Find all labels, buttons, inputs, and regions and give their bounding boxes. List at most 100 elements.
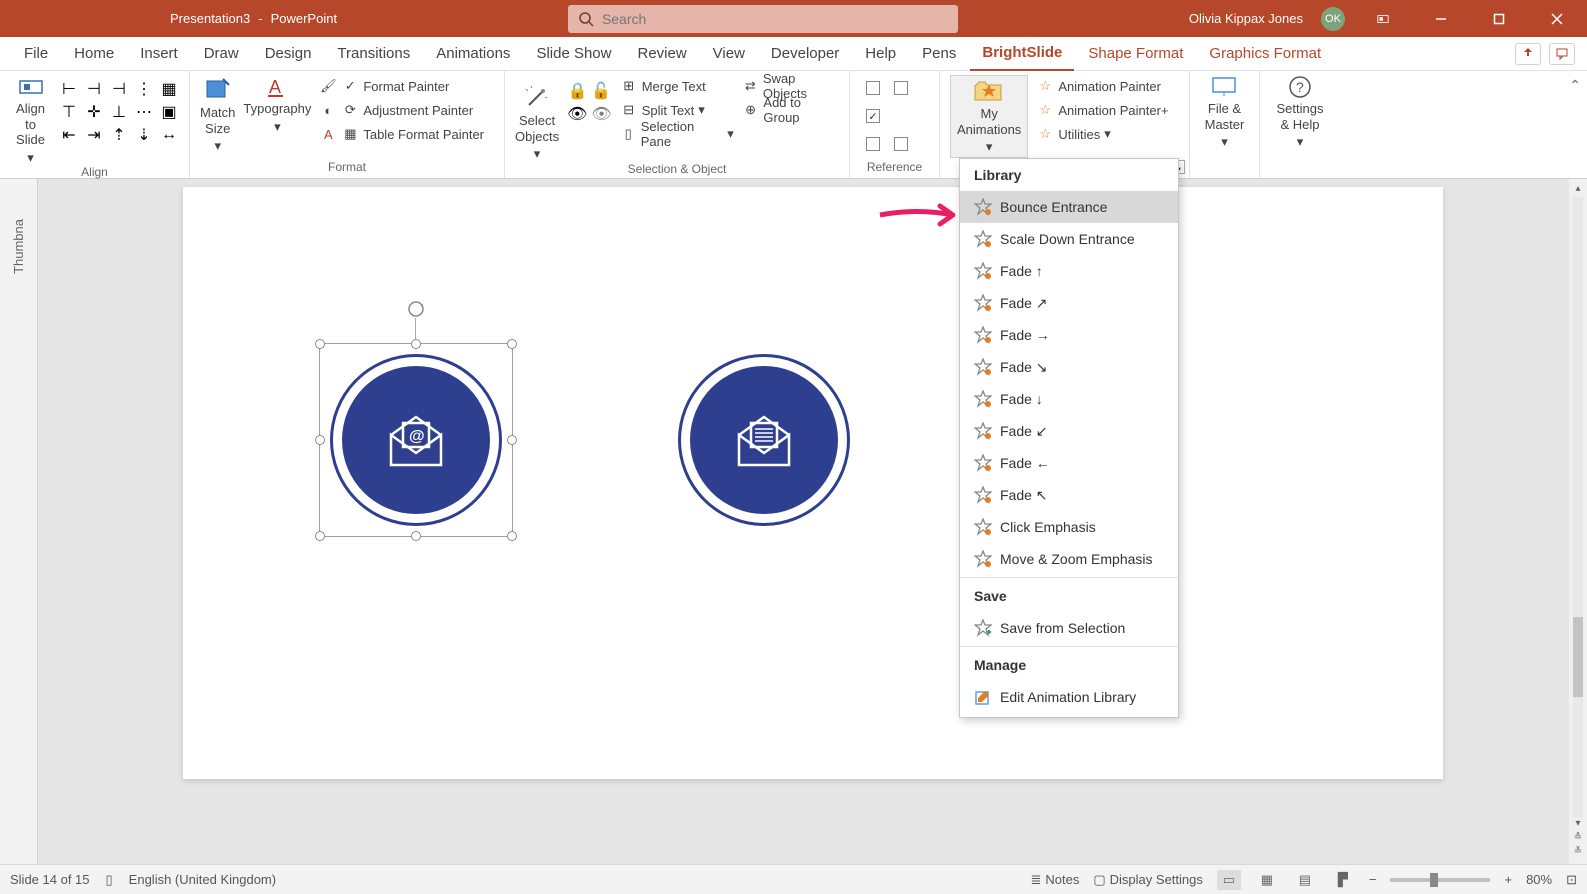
- tab-help[interactable]: Help: [853, 37, 908, 71]
- align-top-icon[interactable]: ⊤: [59, 102, 79, 122]
- rotation-handle[interactable]: [407, 300, 425, 318]
- format-painter-button[interactable]: 🖌 ✓ Format Painter: [319, 75, 449, 97]
- align-icon-13[interactable]: ⇡: [109, 125, 129, 145]
- dd-item-fade-down[interactable]: Fade ↓: [960, 383, 1178, 415]
- language-status[interactable]: English (United Kingdom): [129, 872, 276, 887]
- tab-home[interactable]: Home: [62, 37, 126, 71]
- close-button[interactable]: [1537, 0, 1577, 37]
- animation-painter-button[interactable]: ☆Animation Painter: [1036, 75, 1161, 97]
- adjustment-painter-button[interactable]: ◐ ⟳ Adjustment Painter: [319, 99, 473, 121]
- user-avatar[interactable]: OK: [1321, 7, 1345, 31]
- select-objects-button[interactable]: Select Objects ▾: [515, 83, 559, 162]
- dd-item-scale-down[interactable]: Scale Down Entrance: [960, 223, 1178, 255]
- split-text-button[interactable]: ⊟Split Text▾: [620, 99, 705, 121]
- typography-button[interactable]: A Typography ▾: [243, 75, 311, 134]
- match-size-button[interactable]: Match Size ▾: [200, 75, 235, 154]
- dd-item-edit-library[interactable]: Edit Animation Library: [960, 681, 1178, 713]
- handle-sw[interactable]: [315, 531, 325, 541]
- scroll-down-icon[interactable]: ▾: [1571, 818, 1585, 832]
- share-button[interactable]: [1515, 43, 1541, 65]
- search-box[interactable]: [568, 5, 958, 33]
- show-icon[interactable]: 👁: [567, 104, 587, 124]
- vertical-scrollbar[interactable]: ▴ ▾ ≙ ≚: [1569, 179, 1587, 864]
- scroll-track[interactable]: [1573, 197, 1583, 818]
- tab-pens[interactable]: Pens: [910, 37, 968, 71]
- dd-item-fade-se[interactable]: Fade ↘: [960, 351, 1178, 383]
- snap-icon[interactable]: ▣: [159, 102, 179, 122]
- slide[interactable]: @: [183, 187, 1443, 779]
- dd-item-fade-left[interactable]: Fade ←: [960, 447, 1178, 479]
- lock-icon[interactable]: 🔒: [567, 81, 587, 101]
- reference-check-1[interactable]: [866, 81, 880, 95]
- handle-se[interactable]: [507, 531, 517, 541]
- tab-design[interactable]: Design: [253, 37, 324, 71]
- tab-slideshow[interactable]: Slide Show: [524, 37, 623, 71]
- minimize-button[interactable]: [1421, 0, 1461, 37]
- tab-developer[interactable]: Developer: [759, 37, 851, 71]
- reference-check-4[interactable]: [866, 137, 880, 151]
- tab-draw[interactable]: Draw: [192, 37, 251, 71]
- table-format-painter-button[interactable]: A ▦ Table Format Painter: [319, 123, 484, 145]
- dd-item-fade-ne[interactable]: Fade ↗: [960, 287, 1178, 319]
- distribute-h-icon[interactable]: ⋮: [134, 79, 154, 99]
- merge-text-button[interactable]: ⊞Merge Text: [620, 75, 706, 97]
- tab-shape-format[interactable]: Shape Format: [1076, 37, 1195, 71]
- dd-item-click-emphasis[interactable]: Click Emphasis: [960, 511, 1178, 543]
- align-center-h-icon[interactable]: ⊣: [84, 79, 104, 99]
- align-to-slide-button[interactable]: Align to Slide ▾: [10, 75, 51, 165]
- thumbnail-strip[interactable]: Thumbna: [0, 179, 38, 864]
- settings-help-button[interactable]: ? Settings & Help ▾: [1277, 75, 1324, 150]
- align-middle-icon[interactable]: ✛: [84, 102, 104, 122]
- slideshow-view-icon[interactable]: ▛: [1331, 870, 1355, 890]
- align-icon-14[interactable]: ⇣: [134, 125, 154, 145]
- align-icon-15[interactable]: ↔: [159, 125, 179, 145]
- tab-graphics-format[interactable]: Graphics Format: [1197, 37, 1333, 71]
- animation-painter-plus-button[interactable]: ☆Animation Painter+: [1036, 99, 1168, 121]
- tab-brightslide[interactable]: BrightSlide: [970, 37, 1074, 71]
- reading-view-icon[interactable]: ▤: [1293, 870, 1317, 890]
- add-to-group-button[interactable]: ⊕Add to Group: [742, 99, 839, 121]
- tab-view[interactable]: View: [701, 37, 757, 71]
- handle-e[interactable]: [507, 435, 517, 445]
- reference-check-2[interactable]: [894, 81, 908, 95]
- comments-button[interactable]: [1549, 43, 1575, 65]
- prev-slide-icon[interactable]: ≙: [1571, 832, 1585, 846]
- align-right-icon[interactable]: ⊣: [109, 79, 129, 99]
- utilities-button[interactable]: ☆Utilities▾: [1036, 123, 1110, 145]
- user-name[interactable]: Olivia Kippax Jones: [1189, 11, 1303, 26]
- handle-ne[interactable]: [507, 339, 517, 349]
- fit-window-icon[interactable]: ⊡: [1566, 872, 1577, 888]
- dd-item-fade-nw[interactable]: Fade ↖: [960, 479, 1178, 511]
- dd-item-fade-sw[interactable]: Fade ↙: [960, 415, 1178, 447]
- handle-nw[interactable]: [315, 339, 325, 349]
- reference-check-3[interactable]: [866, 109, 880, 123]
- distribute-v-icon[interactable]: ⋯: [134, 102, 154, 122]
- align-icon-12[interactable]: ⇥: [84, 125, 104, 145]
- zoom-out-button[interactable]: −: [1369, 872, 1377, 887]
- collapse-ribbon-icon[interactable]: ⌃: [1569, 77, 1581, 94]
- search-input[interactable]: [602, 11, 948, 27]
- grid-icon[interactable]: ▦: [159, 79, 179, 99]
- unlock-icon[interactable]: 🔓: [591, 81, 611, 101]
- tab-animations[interactable]: Animations: [424, 37, 522, 71]
- zoom-thumb[interactable]: [1430, 873, 1438, 887]
- dd-item-save-selection[interactable]: Save from Selection: [960, 612, 1178, 644]
- tab-review[interactable]: Review: [625, 37, 698, 71]
- zoom-slider[interactable]: [1390, 878, 1490, 882]
- email-lines-icon-shape[interactable]: [678, 354, 850, 526]
- dd-item-move-zoom[interactable]: Move & Zoom Emphasis: [960, 543, 1178, 575]
- scroll-thumb[interactable]: [1573, 617, 1583, 697]
- tab-transitions[interactable]: Transitions: [325, 37, 422, 71]
- handle-n[interactable]: [411, 339, 421, 349]
- maximize-button[interactable]: [1479, 0, 1519, 37]
- align-bottom-icon[interactable]: ⊥: [109, 102, 129, 122]
- display-settings-button[interactable]: ▢Display Settings: [1093, 872, 1203, 888]
- selection-pane-button[interactable]: ▯Selection Pane▾: [620, 123, 734, 145]
- scroll-up-icon[interactable]: ▴: [1571, 183, 1585, 197]
- handle-s[interactable]: [411, 531, 421, 541]
- my-animations-button[interactable]: My Animations ▾: [950, 75, 1028, 158]
- reference-check-5[interactable]: [894, 137, 908, 151]
- dd-item-fade-right[interactable]: Fade →: [960, 319, 1178, 351]
- zoom-level[interactable]: 80%: [1526, 872, 1552, 887]
- email-at-icon-shape[interactable]: @: [330, 354, 502, 526]
